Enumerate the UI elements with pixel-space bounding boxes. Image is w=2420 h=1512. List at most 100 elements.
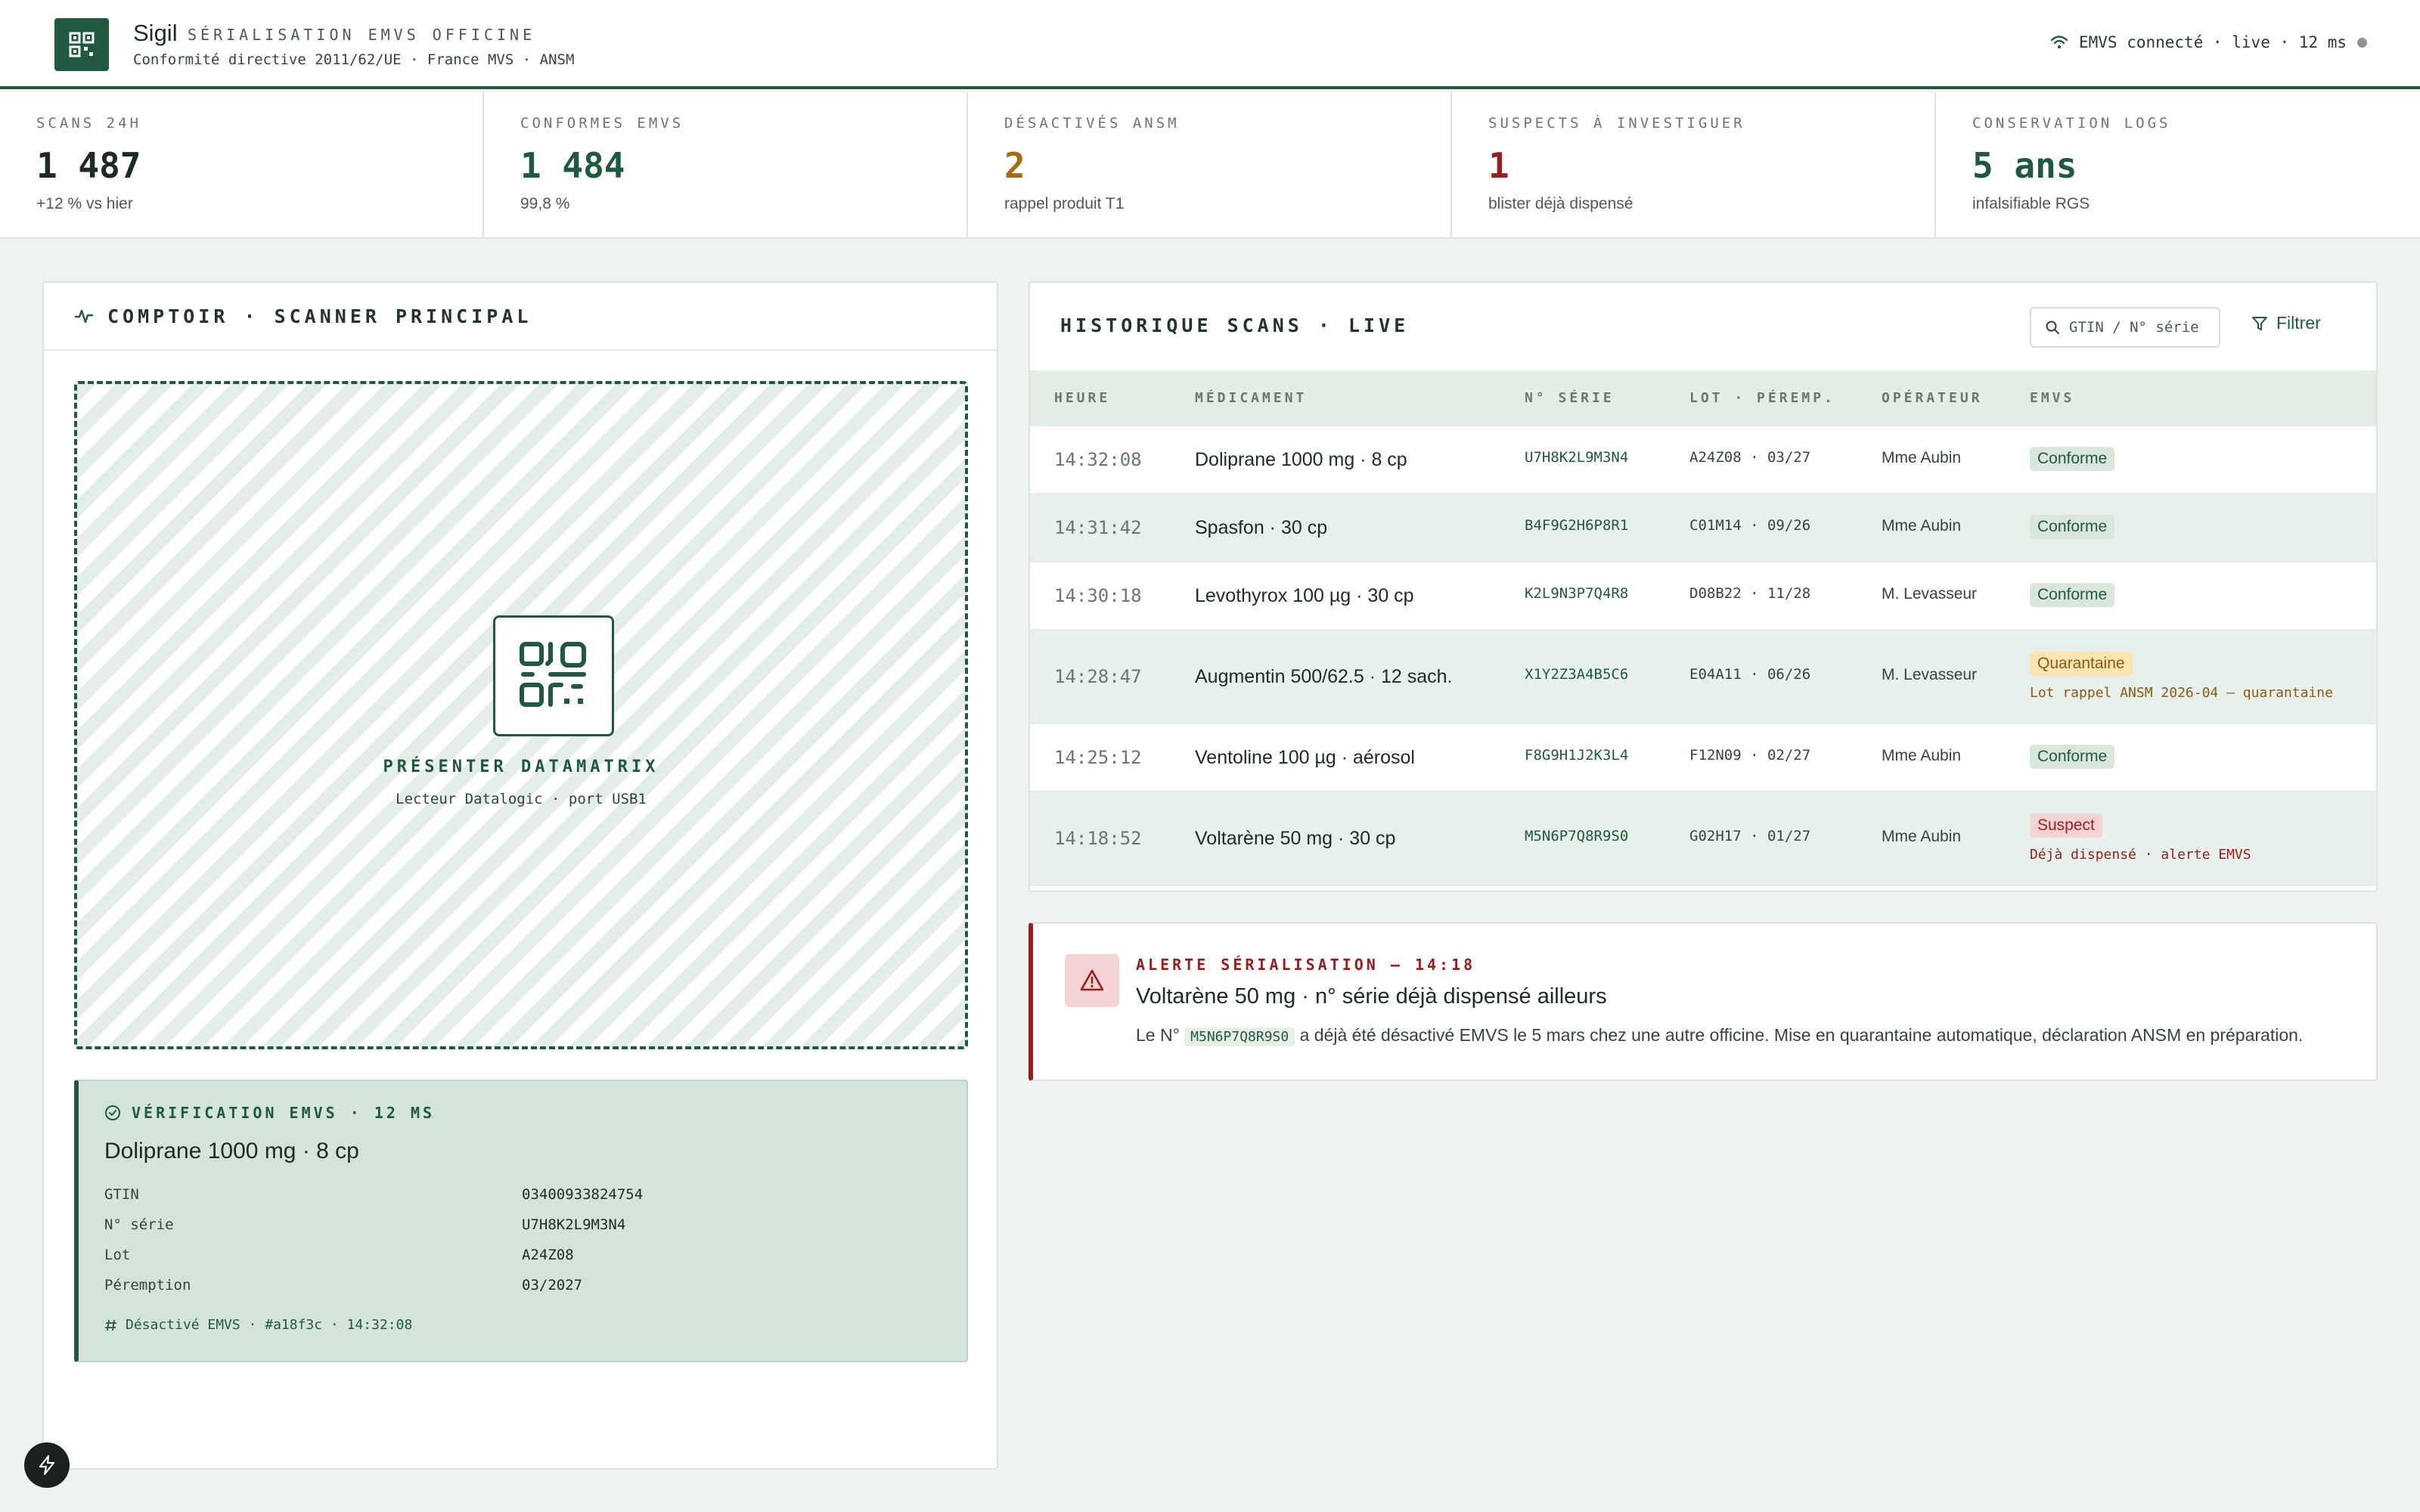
stat-note: +12 % vs hier: [36, 195, 133, 212]
cell-serial: B4F9G2H6P8R1: [1525, 517, 1629, 534]
field-row: N° série U7H8K2L9M3N4: [104, 1210, 966, 1240]
warning-icon: [1080, 969, 1104, 991]
cell-lot: F12N09 · 02/27: [1689, 747, 1811, 764]
cell-serial: M5N6P7Q8R9S0: [1525, 828, 1629, 844]
cell-medication: Spasfon · 30 cp: [1195, 517, 1328, 538]
alert-serial-code: M5N6P7Q8R9S0: [1184, 1027, 1295, 1046]
status-badge: Conforme: [2030, 583, 2115, 607]
cell-emvs: Quarantaine Lot rappel ANSM 2026-04 — qua…: [2030, 652, 2333, 701]
cell-operator: Mme Aubin: [1882, 747, 1962, 764]
field-key: N° série: [104, 1216, 174, 1233]
history-panel: HISTORIQUE SCANS · LIVE GTIN / N° série …: [1028, 281, 2378, 892]
table-row[interactable]: 14:30:18 Levothyrox 100 µg · 30 cp K2L9N3P…: [1030, 562, 2376, 631]
stats-bar: SCANS 24H 1 487 +12 % vs hier CONFORMES EMV…: [0, 92, 2420, 239]
history-title: HISTORIQUE SCANS · LIVE: [1060, 314, 1410, 336]
verification-title: VÉRIFICATION EMVS · 12 MS: [132, 1104, 436, 1122]
connection-label: EMVS connecté · live · 12 ms: [2078, 33, 2347, 51]
cell-emvs: Conforme: [2030, 515, 2115, 539]
column-header: LOT · PÉREMP.: [1689, 390, 1835, 406]
stat-label: DÉSACTIVÉS ANSM: [1004, 115, 1180, 132]
verification-footer: Désactivé EMVS · #a18f3c · 14:32:08: [104, 1317, 966, 1333]
cell-time: 14:31:42: [1054, 517, 1142, 538]
table-row[interactable]: 14:31:42 Spasfon · 30 cp B4F9G2H6P8R1 C01M1…: [1030, 494, 2376, 562]
field-value: 03400933824754: [522, 1186, 644, 1203]
stat-value: 1 487: [36, 145, 141, 186]
stat-note: rappel produit T1: [1004, 195, 1125, 212]
filter-button[interactable]: Filtrer: [2251, 313, 2321, 333]
activity-icon: [74, 309, 94, 324]
stat-card: SUSPECTS À INVESTIGUER 1 blister déjà disp…: [1452, 92, 1936, 237]
app-logo: [54, 18, 109, 71]
scan-prompt-subtitle: Lecteur Datalogic · port USB1: [396, 791, 647, 807]
field-key: Péremption: [104, 1277, 191, 1294]
cell-time: 14:32:08: [1054, 449, 1142, 470]
lightning-icon: [39, 1455, 55, 1476]
cell-operator: M. Levasseur: [1882, 666, 1978, 683]
scanner-panel-title: COMPTOIR · SCANNER PRINCIPAL: [107, 305, 532, 327]
verification-fields: GTIN 03400933824754 N° série U7H8K2L9M3N4 …: [104, 1179, 966, 1300]
alert-label: ALERTE SÉRIALISATION — 14:18: [1136, 956, 1476, 974]
cell-medication: Doliprane 1000 mg · 8 cp: [1195, 449, 1407, 470]
cell-operator: Mme Aubin: [1882, 828, 1962, 845]
cell-lot: C01M14 · 09/26: [1689, 517, 1811, 534]
stat-card: DÉSACTIVÉS ANSM 2 rappel produit T1: [968, 92, 1452, 237]
stat-value: 1 484: [520, 145, 625, 186]
stat-value: 5 ans: [1972, 145, 2077, 186]
verification-footer-text: Désactivé EMVS · #a18f3c · 14:32:08: [126, 1317, 413, 1333]
status-badge: Conforme: [2030, 745, 2115, 769]
field-row: GTIN 03400933824754: [104, 1179, 966, 1210]
scanner-panel-header: COMPTOIR · SCANNER PRINCIPAL: [44, 283, 997, 351]
check-circle-icon: [105, 1105, 120, 1120]
cell-medication: Levothyrox 100 µg · 30 cp: [1195, 585, 1414, 606]
stat-label: SUSPECTS À INVESTIGUER: [1488, 115, 1745, 132]
cell-operator: Mme Aubin: [1882, 517, 1962, 534]
table-header: HEURE MÉDICAMENT N° SÉRIE LOT · PÉREMP. …: [1030, 370, 2376, 426]
cell-emvs: Suspect Déjà dispensé · alerte EMVS: [2030, 813, 2251, 863]
datamatrix-box: [493, 615, 614, 736]
alert-text: Le N° M5N6P7Q8R9S0 a déjà été désactivé …: [1136, 1025, 2303, 1046]
table-row[interactable]: 14:32:08 Doliprane 1000 mg · 8 cp U7H8K2L9…: [1030, 426, 2376, 494]
column-header: OPÉRATEUR: [1882, 390, 1983, 406]
status-note: Déjà dispensé · alerte EMVS: [2030, 847, 2251, 863]
stat-label: CONSERVATION LOGS: [1972, 115, 2171, 132]
cell-lot: E04A11 · 06/26: [1689, 666, 1811, 683]
column-header: HEURE: [1054, 390, 1111, 406]
cell-emvs: Conforme: [2030, 745, 2115, 769]
cell-serial: K2L9N3P7Q4R8: [1525, 585, 1629, 602]
search-input[interactable]: GTIN / N° série: [2030, 307, 2220, 348]
quick-action-button[interactable]: [24, 1442, 70, 1488]
filter-label: Filtrer: [2276, 313, 2321, 333]
field-row: Péremption 03/2027: [104, 1270, 966, 1300]
cell-medication: Voltarène 50 mg · 30 cp: [1195, 828, 1396, 849]
field-value: A24Z08: [522, 1247, 574, 1263]
cell-operator: Mme Aubin: [1882, 449, 1962, 466]
history-header: HISTORIQUE SCANS · LIVE GTIN / N° série …: [1030, 283, 2376, 370]
column-header: N° SÉRIE: [1525, 390, 1615, 406]
cell-lot: D08B22 · 11/28: [1689, 585, 1811, 602]
search-icon: [2046, 321, 2059, 334]
alert-icon-box: [1065, 954, 1119, 1007]
table-row[interactable]: 14:18:52 Voltarène 50 mg · 30 cp M5N6P7Q8R…: [1030, 792, 2376, 886]
cell-time: 14:28:47: [1054, 666, 1142, 687]
cell-time: 14:30:18: [1054, 585, 1142, 606]
cell-time: 14:25:12: [1054, 747, 1142, 768]
verification-card: VÉRIFICATION EMVS · 12 MS Doliprane 1000…: [74, 1080, 968, 1362]
stat-note: blister déjà dispensé: [1488, 195, 1634, 212]
column-header: EMVS: [2030, 390, 2075, 406]
scan-drop-zone[interactable]: PRÉSENTER DATAMATRIX Lecteur Datalogic ·…: [74, 381, 968, 1049]
stat-note: infalsifiable RGS: [1972, 195, 2090, 212]
cell-medication: Augmentin 500/62.5 · 12 sach.: [1195, 666, 1453, 687]
compliance-text: Conformité directive 2011/62/UE · France…: [133, 51, 575, 68]
qr-icon: [69, 32, 95, 57]
stat-value: 1: [1488, 145, 1509, 186]
field-key: Lot: [104, 1247, 131, 1263]
table-row[interactable]: 14:28:47 Augmentin 500/62.5 · 12 sach. X1Y…: [1030, 631, 2376, 724]
datamatrix-icon: [520, 642, 586, 707]
cell-time: 14:18:52: [1054, 828, 1142, 849]
alert-text-after: a déjà été désactivé EMVS le 5 mars chez…: [1299, 1025, 2304, 1045]
field-value: 03/2027: [522, 1277, 583, 1294]
verification-product: Doliprane 1000 mg · 8 cp: [104, 1139, 359, 1163]
table-row[interactable]: 14:25:12 Ventoline 100 µg · aérosol F8G9H1…: [1030, 724, 2376, 792]
status-badge: Quarantaine: [2030, 652, 2133, 676]
connection-dot: [2357, 37, 2367, 48]
